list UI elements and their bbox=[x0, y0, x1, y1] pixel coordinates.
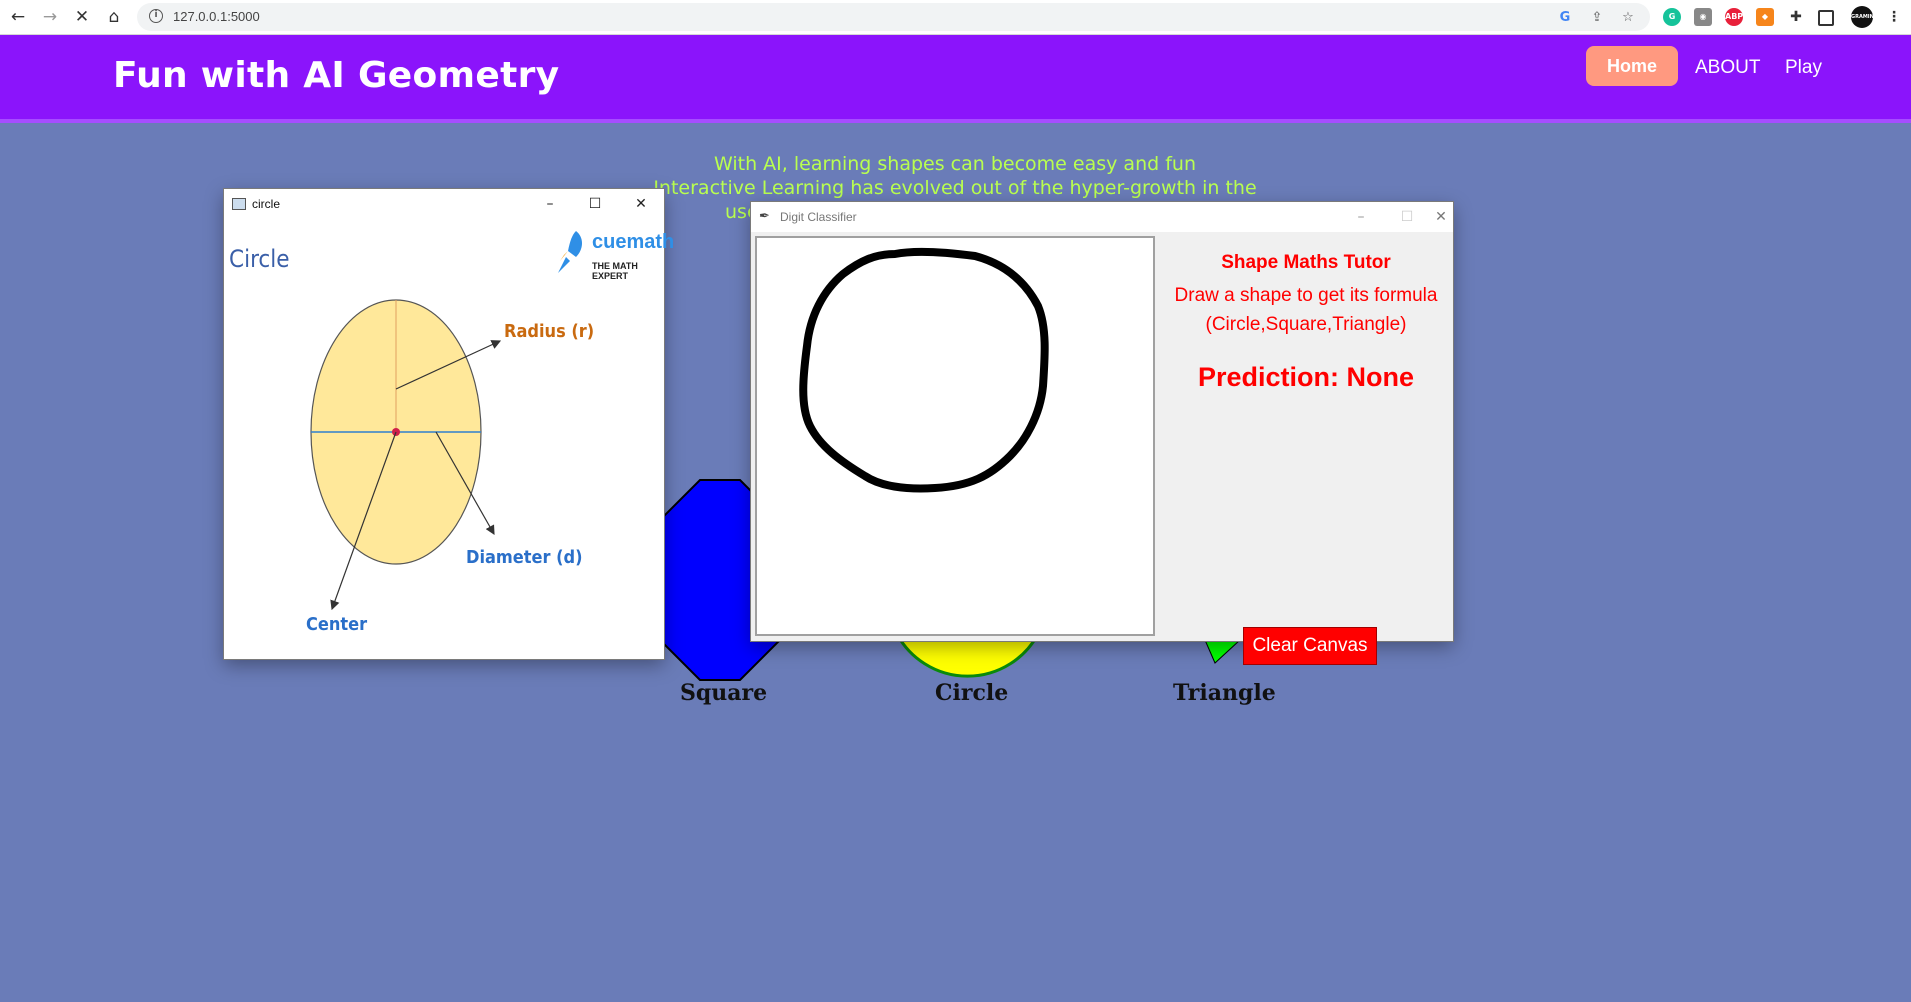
drawing-canvas[interactable] bbox=[755, 236, 1155, 636]
radius-label: Radius (r) bbox=[504, 321, 595, 342]
triangle-label: Triangle bbox=[1173, 680, 1276, 706]
minimize-icon[interactable]: – bbox=[527, 189, 573, 219]
circle-window-title: circle bbox=[252, 197, 281, 211]
tutor-title: Shape Maths Tutor bbox=[1221, 252, 1391, 273]
circle-window[interactable]: circle – ☐ ✕ Circle cuemath THE MATH EXP… bbox=[224, 189, 674, 659]
tutor-panel: Shape Maths Tutor Draw a shape to get it… bbox=[1159, 232, 1453, 665]
circle-label: Circle bbox=[935, 680, 1009, 706]
maximize-icon[interactable]: ☐ bbox=[1384, 202, 1430, 232]
circle-window-titlebar[interactable]: circle – ☐ ✕ bbox=[224, 189, 664, 219]
close-icon[interactable]: ✕ bbox=[1429, 202, 1453, 232]
classifier-window[interactable]: ✒ Digit Classifier – ☐ ✕ Shape Maths Tut… bbox=[751, 202, 1453, 665]
classifier-window-title: Digit Classifier bbox=[780, 210, 857, 224]
diameter-label: Diameter (d) bbox=[466, 547, 583, 568]
clear-canvas-button[interactable]: Clear Canvas bbox=[1243, 627, 1377, 665]
prediction-text: Prediction: None bbox=[1197, 362, 1414, 392]
triangle-shape bbox=[1204, 639, 1242, 664]
feather-icon: ✒ bbox=[759, 208, 770, 223]
circle-diagram bbox=[310, 299, 502, 611]
square-label: Square bbox=[680, 680, 768, 706]
window-app-icon bbox=[232, 198, 246, 210]
drawn-stroke bbox=[799, 247, 1049, 493]
close-icon[interactable]: ✕ bbox=[618, 189, 664, 219]
instruction-line-1: Draw a shape to get its formula bbox=[1174, 285, 1438, 306]
maximize-icon[interactable]: ☐ bbox=[572, 189, 618, 219]
center-label: Center bbox=[306, 614, 368, 635]
instruction-line-2: (Circle,Square,Triangle) bbox=[1205, 314, 1407, 335]
minimize-icon[interactable]: – bbox=[1338, 202, 1384, 232]
classifier-window-titlebar[interactable]: ✒ Digit Classifier – ☐ ✕ bbox=[751, 202, 1453, 232]
